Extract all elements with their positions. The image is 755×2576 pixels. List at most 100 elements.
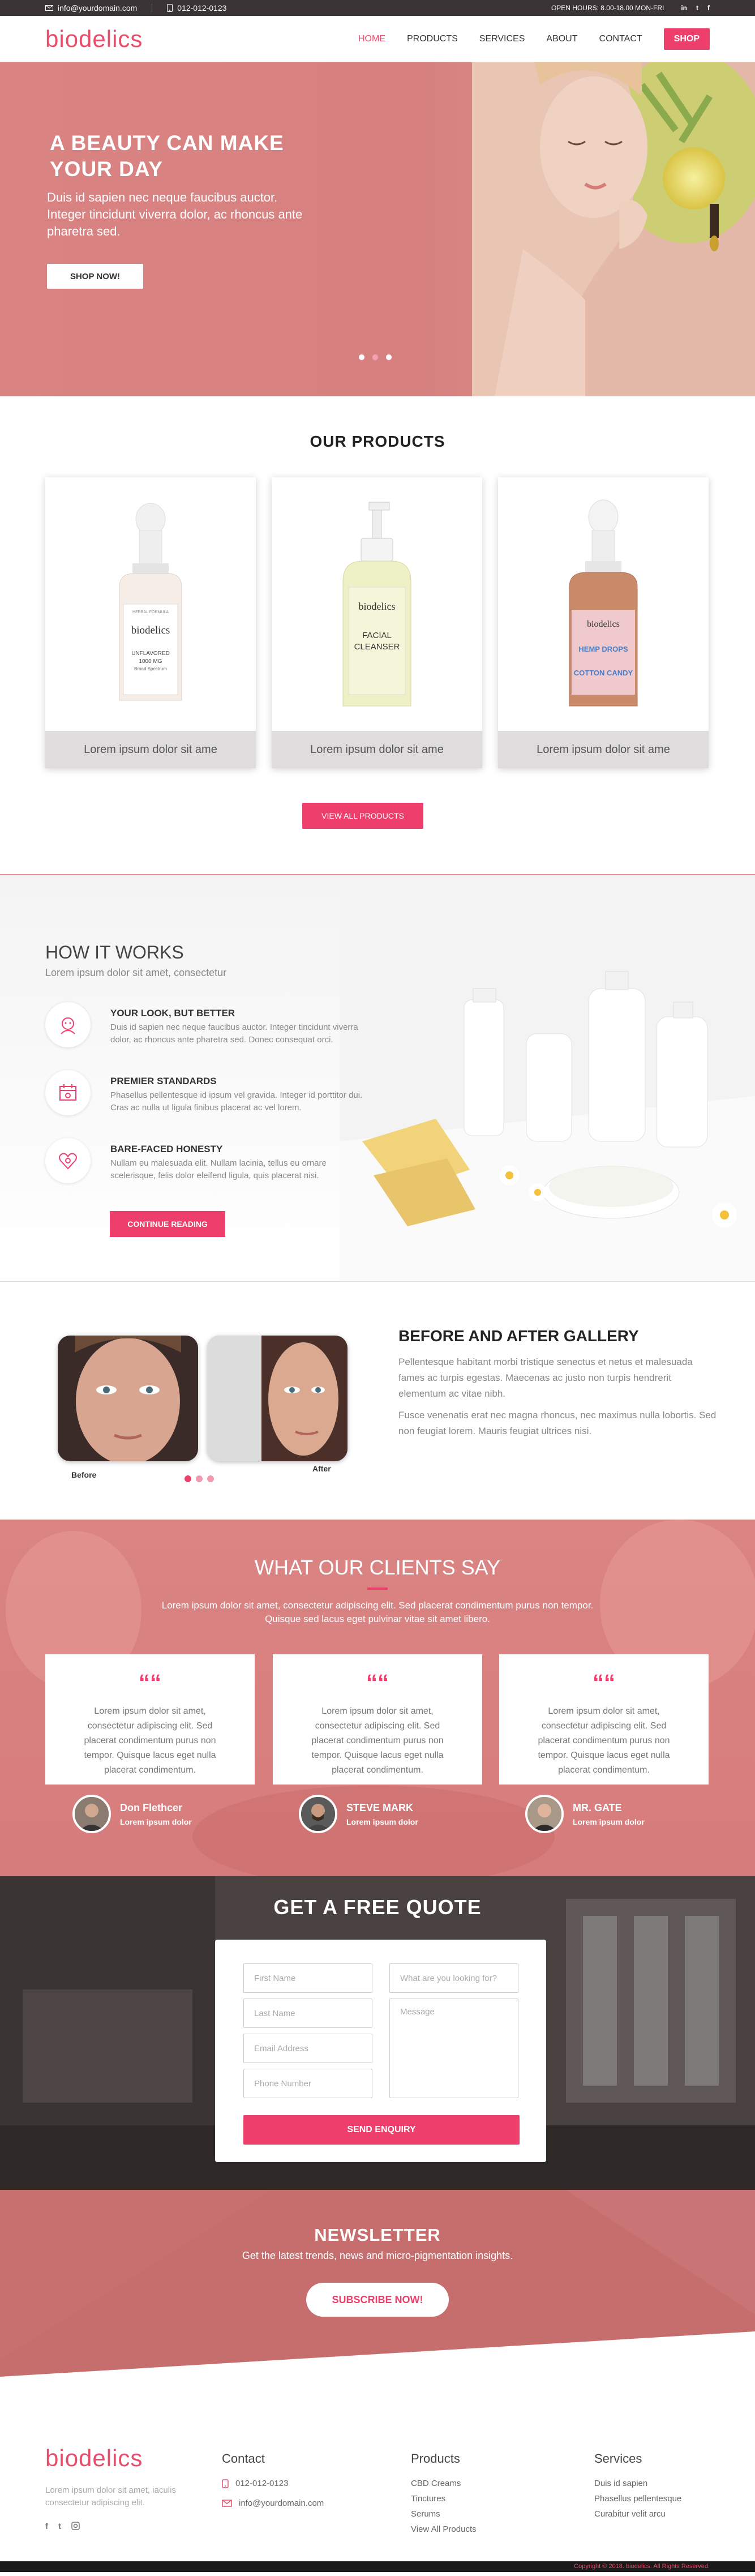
topbar-phone-text: 012-012-0123: [177, 3, 227, 12]
shop-button[interactable]: SHOP: [663, 28, 710, 50]
nav-products[interactable]: PRODUCTS: [407, 34, 458, 44]
slider-dot[interactable]: [196, 1475, 203, 1482]
slider-dot[interactable]: [207, 1475, 214, 1482]
step-title: YOUR LOOK, BUT BETTER: [110, 1008, 235, 1019]
quote-icon: ““: [139, 1670, 161, 1695]
quote-title: GET A FREE QUOTE: [273, 1895, 482, 1919]
facebook-icon[interactable]: f: [45, 2522, 48, 2532]
step-item: BARE-FACED HONESTY Nullam eu malesuada e…: [45, 1138, 385, 1200]
pump-bottle-image: biodelics FACIAL CLEANSER: [342, 502, 411, 707]
author-role: Lorem ipsum dolor: [573, 1817, 645, 1826]
footer-logo[interactable]: biodelics: [45, 2445, 143, 2472]
hero-text: Duis id sapien nec neque faucibus auctor…: [47, 190, 303, 238]
step-title: PREMIER STANDARDS: [110, 1076, 217, 1086]
footer-link[interactable]: CBD Creams: [411, 2479, 477, 2488]
calendar-icon: [45, 1070, 91, 1115]
footer-email[interactable]: info@yourdomain.com: [222, 2498, 324, 2508]
footer-phone[interactable]: 012-012-0123: [222, 2479, 324, 2488]
nav-contact[interactable]: CONTACT: [599, 34, 642, 44]
email-field[interactable]: Email Address: [243, 2034, 372, 2063]
footer-services: Services Duis id sapien Phasellus pellen…: [594, 2451, 681, 2524]
author-role: Lorem ipsum dolor: [120, 1817, 192, 1826]
facebook-icon[interactable]: f: [707, 4, 710, 12]
bottle-label: FACIAL: [362, 631, 392, 640]
topbar-email[interactable]: info@yourdomain.com: [45, 3, 137, 12]
hero-slider-dots: [358, 353, 393, 361]
hero-model-image: [472, 62, 755, 396]
nav-services[interactable]: SERVICES: [479, 34, 525, 44]
logo[interactable]: biodelics: [45, 25, 143, 53]
footer-link[interactable]: Curabitur velit arcu: [594, 2509, 681, 2519]
looking-for-field[interactable]: What are you looking for?: [389, 1963, 518, 1993]
testimonials-section: WHAT OUR CLIENTS SAY Lorem ipsum dolor s…: [0, 1520, 755, 1876]
bottle-label3: Broad Spectrum: [134, 666, 167, 671]
slider-dot-active[interactable]: [371, 353, 379, 361]
product-caption[interactable]: Lorem ipsum dolor sit ame: [498, 731, 709, 768]
topbar-phone[interactable]: 012-012-0123: [167, 3, 226, 12]
step-text: Duis id sapien nec neque faucibus auctor…: [110, 1022, 358, 1045]
dropper-bottle-image: biodelics HEMP DROPS COTTON CANDY: [569, 499, 638, 707]
continue-reading-button[interactable]: CONTINUE READING: [110, 1211, 225, 1237]
phone-icon: [222, 2479, 229, 2488]
before-label: Before: [71, 1470, 97, 1479]
shop-now-button[interactable]: SHOP NOW!: [47, 264, 143, 289]
after-image[interactable]: [207, 1336, 348, 1461]
heart-face-icon: [45, 1138, 91, 1183]
hero-banner: A BEAUTY CAN MAKE YOUR DAY Duis id sapien…: [0, 62, 755, 396]
product-image: HERBAL FORMULA biodelics UNFLAVORED 1000…: [45, 477, 256, 731]
footer-link[interactable]: Duis id sapien: [594, 2479, 681, 2488]
footer-link[interactable]: Serums: [411, 2509, 477, 2519]
product-card[interactable]: biodelics FACIAL CLEANSER Lorem ipsum do…: [272, 477, 482, 768]
testimonial-text: Lorem ipsum dolor sit amet, consectetur …: [538, 1706, 670, 1775]
slider-dot[interactable]: [358, 353, 366, 361]
product-caption[interactable]: Lorem ipsum dolor sit ame: [45, 731, 256, 768]
how-it-works-section: HOW IT WORKS Lorem ipsum dolor sit amet,…: [0, 875, 755, 1282]
slider-dot-active[interactable]: [185, 1475, 191, 1482]
newsletter-section: NEWSLETTER Get the latest trends, news a…: [0, 2190, 755, 2399]
product-card[interactable]: HERBAL FORMULA biodelics UNFLAVORED 1000…: [45, 477, 256, 768]
twitter-icon[interactable]: t: [696, 4, 698, 12]
newsletter-text: Get the latest trends, news and micro-pi…: [242, 2250, 513, 2261]
face-icon: [45, 1002, 91, 1047]
footer-email-text: info@yourdomain.com: [239, 2498, 324, 2508]
phone-field[interactable]: Phone Number: [243, 2069, 372, 2098]
message-field[interactable]: Message: [389, 1999, 518, 2098]
testimonial-card: ““ Lorem ipsum dolor sit amet, consectet…: [273, 1654, 482, 1785]
quote-icon: ““: [366, 1670, 389, 1695]
testimonial-author: MR. GATE Lorem ipsum dolor: [525, 1795, 645, 1833]
author-role: Lorem ipsum dolor: [346, 1817, 418, 1826]
linkedin-icon[interactable]: in: [681, 4, 687, 12]
testimonials-subtitle-line2: Quisque sed lacus eget pulvinar vitae si…: [265, 1614, 490, 1624]
subscribe-button[interactable]: SUBSCRIBE NOW!: [306, 2283, 449, 2317]
newsletter-title: NEWSLETTER: [314, 2225, 441, 2245]
bottle-label: HEMP DROPS: [578, 645, 628, 653]
bottle-brand: biodelics: [359, 601, 396, 612]
product-cards: HERBAL FORMULA biodelics UNFLAVORED 1000…: [45, 477, 709, 768]
twitter-icon[interactable]: t: [58, 2522, 61, 2532]
bottle-label2: 1000 MG: [139, 658, 162, 665]
footer-link[interactable]: Phasellus pellentesque: [594, 2494, 681, 2504]
footer-products: Products CBD Creams Tinctures Serums Vie…: [411, 2451, 477, 2540]
first-name-field[interactable]: First Name: [243, 1963, 372, 1993]
hero-title: A BEAUTY CAN MAKE YOUR DAY: [50, 130, 344, 182]
instagram-icon[interactable]: [71, 2522, 80, 2532]
last-name-field[interactable]: Last Name: [243, 1999, 372, 2028]
product-caption[interactable]: Lorem ipsum dolor sit ame: [272, 731, 482, 768]
how-it-works-title: HOW IT WORKS: [45, 942, 184, 962]
step-text: Phasellus pellentesque id ipsum vel grav…: [110, 1090, 363, 1112]
send-enquiry-button[interactable]: SEND ENQUIRY: [243, 2115, 520, 2145]
gallery-slider-dots: [185, 1475, 214, 1482]
nav-about[interactable]: ABOUT: [546, 34, 577, 44]
nav-home[interactable]: HOME: [358, 34, 385, 44]
product-card[interactable]: biodelics HEMP DROPS COTTON CANDY Lorem …: [498, 477, 709, 768]
step-title: BARE-FACED HONESTY: [110, 1144, 223, 1154]
before-image[interactable]: [58, 1336, 198, 1461]
slider-dot[interactable]: [385, 353, 393, 361]
step-item: YOUR LOOK, BUT BETTER Duis id sapien nec…: [45, 1002, 385, 1064]
gallery-title: BEFORE AND AFTER GALLERY: [398, 1327, 639, 1345]
footer-link[interactable]: Tinctures: [411, 2494, 477, 2504]
testimonial-card: ““ Lorem ipsum dolor sit amet, consectet…: [499, 1654, 709, 1785]
view-all-products-button[interactable]: VIEW ALL PRODUCTS: [302, 803, 423, 829]
testimonials-subtitle-line1: Lorem ipsum dolor sit amet, consectetur …: [161, 1600, 594, 1611]
footer-link[interactable]: View All Products: [411, 2524, 477, 2534]
